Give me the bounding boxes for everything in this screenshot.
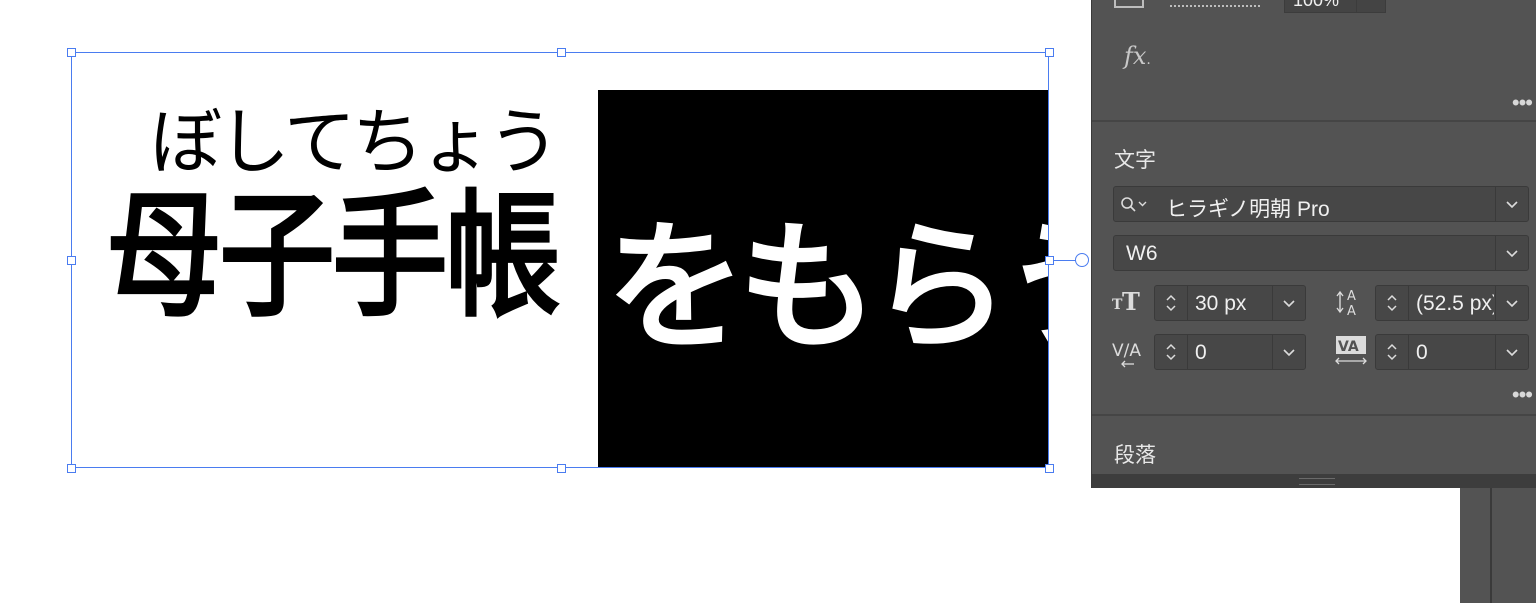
leading-stepper[interactable] xyxy=(1376,286,1409,320)
more-options-icon[interactable]: ••• xyxy=(1512,384,1533,406)
resize-grip-icon[interactable] xyxy=(1299,478,1335,485)
paragraph-section-title: 段落 xyxy=(1114,444,1156,467)
appearance-icon[interactable] xyxy=(1114,0,1144,8)
font-size-field[interactable]: 30 px xyxy=(1154,285,1306,321)
more-options-icon[interactable]: ••• xyxy=(1512,92,1533,114)
handle-top-right[interactable] xyxy=(1045,48,1054,57)
svg-text:V/A: V/A xyxy=(1112,341,1141,361)
properties-panel: 100% fx. ••• 文字 ヒラギノ明朝 Pro W6 T T 30 px xyxy=(1091,0,1536,488)
selection-bounding-box[interactable] xyxy=(71,52,1049,468)
font-family-value: ヒラギノ明朝 Pro xyxy=(1166,198,1330,221)
strip-divider xyxy=(1490,488,1492,603)
fx-icon[interactable]: fx. xyxy=(1124,42,1151,70)
tracking-value: 0 xyxy=(1416,341,1428,364)
leading-value: (52.5 px) xyxy=(1416,292,1494,315)
side-scrollbar-strip xyxy=(1460,488,1536,603)
chevron-down-icon[interactable] xyxy=(1495,236,1528,270)
handle-bottom-right[interactable] xyxy=(1045,464,1054,473)
opacity-field[interactable]: 100% xyxy=(1284,0,1386,13)
fx-label: fx xyxy=(1124,42,1147,70)
font-size-value: 30 px xyxy=(1195,292,1247,315)
kerning-field[interactable]: 0 xyxy=(1154,334,1306,370)
tracking-field[interactable]: 0 xyxy=(1375,334,1529,370)
handle-bottom-center[interactable] xyxy=(557,464,566,473)
panel-resize-bar[interactable] xyxy=(1092,474,1536,488)
kerning-value: 0 xyxy=(1195,341,1207,364)
opacity-value: 100% xyxy=(1293,0,1340,10)
svg-text:A: A xyxy=(1347,304,1356,319)
handle-middle-left[interactable] xyxy=(67,256,76,265)
svg-text:VA: VA xyxy=(1338,339,1359,355)
handle-top-left[interactable] xyxy=(67,48,76,57)
leading-icon: A A xyxy=(1335,284,1371,319)
kerning-icon: V/A xyxy=(1112,336,1148,368)
search-icon xyxy=(1121,197,1147,212)
kerning-stepper[interactable] xyxy=(1155,335,1188,369)
section-divider xyxy=(1092,414,1536,416)
tracking-icon: VA xyxy=(1333,333,1369,365)
font-style-dropdown[interactable]: W6 xyxy=(1113,235,1529,271)
chevron-down-icon[interactable] xyxy=(1495,286,1528,320)
chevron-down-icon[interactable] xyxy=(1495,335,1528,369)
font-style-value: W6 xyxy=(1126,242,1158,265)
opacity-slider[interactable] xyxy=(1170,3,1260,7)
font-size-stepper[interactable] xyxy=(1155,286,1188,320)
text-thread-line xyxy=(1053,260,1077,261)
chevron-down-icon[interactable] xyxy=(1495,187,1528,221)
text-thread-port[interactable] xyxy=(1075,253,1089,267)
panel-top-controls: 100% xyxy=(1092,0,1536,14)
handle-bottom-left[interactable] xyxy=(67,464,76,473)
chevron-down-icon[interactable] xyxy=(1272,286,1305,320)
character-section-title: 文字 xyxy=(1114,149,1156,172)
leading-field[interactable]: (52.5 px) xyxy=(1375,285,1529,321)
font-size-icon: T T xyxy=(1112,287,1140,316)
svg-text:A: A xyxy=(1347,289,1356,304)
opacity-dropdown[interactable] xyxy=(1356,0,1385,12)
tracking-stepper[interactable] xyxy=(1376,335,1409,369)
handle-top-center[interactable] xyxy=(557,48,566,57)
section-divider xyxy=(1092,120,1536,122)
font-family-dropdown[interactable]: ヒラギノ明朝 Pro xyxy=(1113,186,1529,222)
chevron-down-icon[interactable] xyxy=(1272,335,1305,369)
